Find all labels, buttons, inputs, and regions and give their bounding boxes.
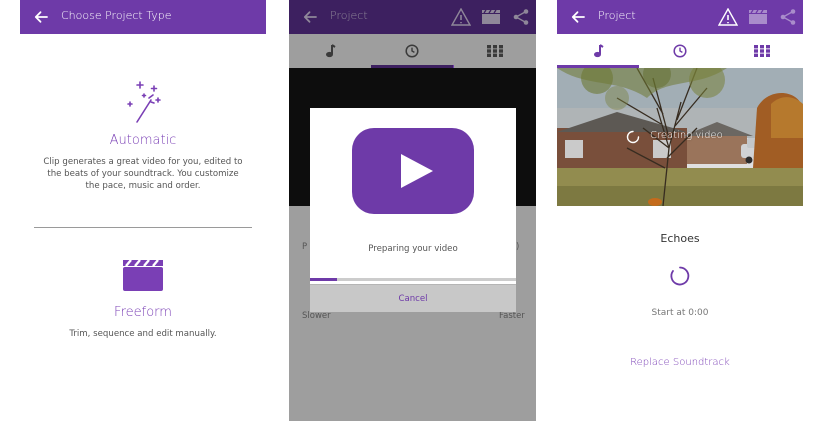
page-title: Project xyxy=(330,9,368,22)
back-arrow-icon[interactable] xyxy=(569,8,587,26)
grid-icon xyxy=(486,45,503,57)
freeform-option-title[interactable]: Freeform xyxy=(20,305,266,320)
pace-faster-label: Faster xyxy=(499,311,525,321)
tab-timing[interactable] xyxy=(371,34,454,68)
magic-wand-icon[interactable] xyxy=(124,78,164,124)
replace-soundtrack-link[interactable]: Replace Soundtrack xyxy=(557,357,803,368)
divider xyxy=(34,227,252,228)
pace-slower-label: Slower xyxy=(302,311,331,321)
preparing-video-dialog: Preparing your video Cancel xyxy=(310,108,516,312)
page-title: Project xyxy=(598,9,636,22)
progress-bar xyxy=(310,278,516,281)
clock-icon xyxy=(405,44,420,58)
project-soundtrack-screen: Project Creating video Echoes Start at 0… xyxy=(557,0,803,421)
app-bar: Project xyxy=(289,0,536,34)
music-note-icon xyxy=(594,44,604,58)
back-arrow-icon[interactable] xyxy=(301,8,319,26)
clapperboard-icon[interactable] xyxy=(480,6,502,28)
preparing-message: Preparing your video xyxy=(368,244,458,254)
tab-music[interactable] xyxy=(289,34,371,68)
loading-spinner-icon xyxy=(670,266,690,286)
background-label: ) xyxy=(516,242,520,252)
tab-clips[interactable] xyxy=(454,34,536,68)
page-title: Choose Project Type xyxy=(61,9,172,22)
music-note-icon xyxy=(326,44,336,58)
freeform-option-description: Trim, sequence and edit manually. xyxy=(69,329,217,339)
warning-icon[interactable] xyxy=(450,6,472,28)
clapperboard-icon[interactable] xyxy=(122,258,164,292)
automatic-option-description: Clip generates a great video for you, ed… xyxy=(43,157,243,191)
share-icon[interactable] xyxy=(777,6,799,28)
video-preview[interactable]: Creating video xyxy=(557,68,803,206)
share-icon[interactable] xyxy=(510,6,532,28)
app-bar: Project xyxy=(557,0,803,34)
clock-icon xyxy=(673,44,687,58)
tab-clips[interactable] xyxy=(721,34,803,68)
tab-bar xyxy=(289,34,536,68)
clapperboard-icon[interactable] xyxy=(747,6,769,28)
tab-bar xyxy=(557,34,803,68)
cancel-button[interactable]: Cancel xyxy=(310,284,516,312)
app-bar: Choose Project Type xyxy=(20,0,266,34)
play-video-icon xyxy=(352,128,474,214)
tab-timing[interactable] xyxy=(639,34,721,68)
back-arrow-icon[interactable] xyxy=(32,8,50,26)
soundtrack-title: Echoes xyxy=(660,232,700,245)
loading-spinner-icon xyxy=(626,130,640,144)
tab-music[interactable] xyxy=(557,34,639,68)
grid-icon xyxy=(754,45,770,57)
warning-icon[interactable] xyxy=(717,6,739,28)
progress-fill xyxy=(310,278,337,281)
preparing-video-screen: Project P) Slower Faster Preparing your… xyxy=(289,0,536,421)
creating-video-status: Creating video xyxy=(650,130,723,141)
automatic-option-title[interactable]: Automatic xyxy=(20,133,266,148)
background-label: P xyxy=(302,242,308,252)
start-time-label[interactable]: Start at 0:00 xyxy=(557,308,803,318)
choose-project-type-screen: Choose Project Type Automatic Clip gener… xyxy=(20,0,266,421)
